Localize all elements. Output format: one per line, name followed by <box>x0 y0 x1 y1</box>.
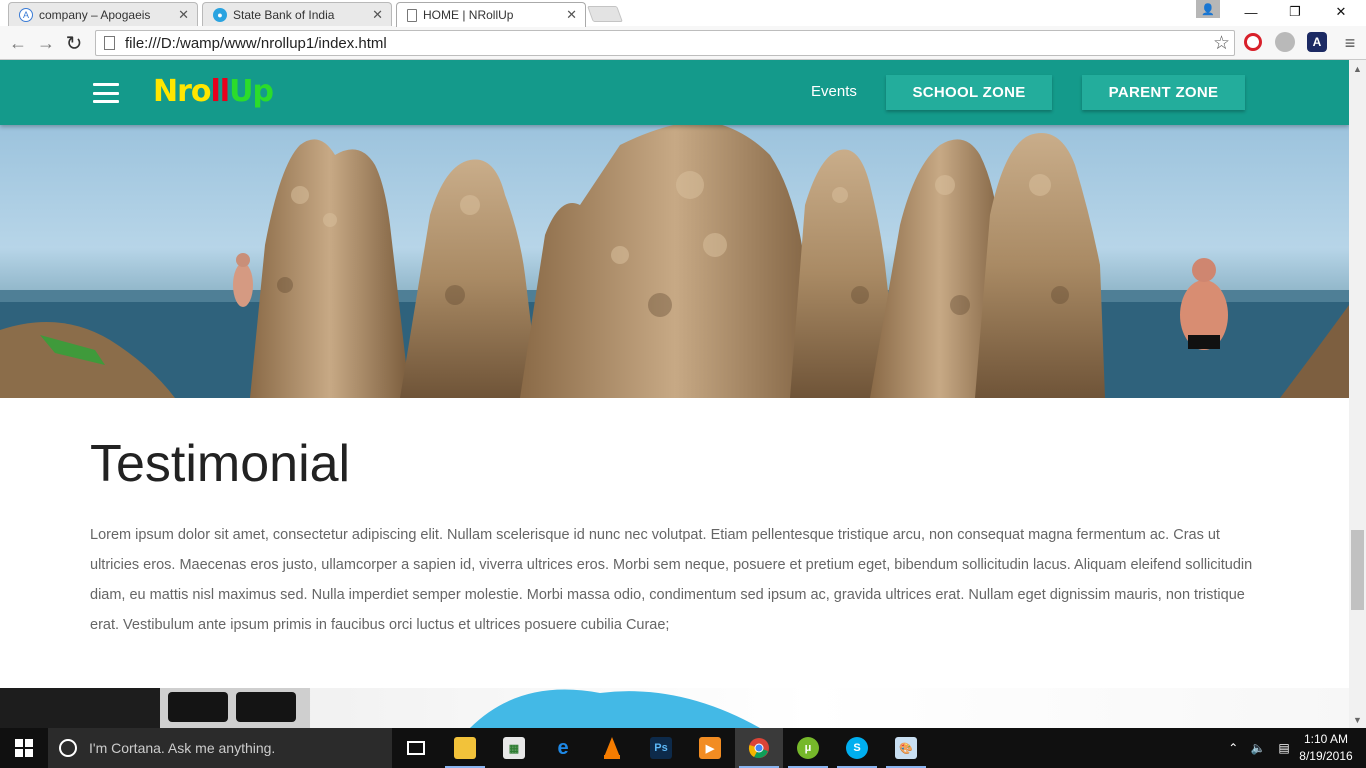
minimize-button[interactable]: — <box>1228 0 1274 24</box>
scroll-up-arrow-icon[interactable]: ▲ <box>1349 60 1366 77</box>
tab-close-icon[interactable]: ✕ <box>178 7 189 23</box>
clock-date: 8/19/2016 <box>1299 749 1353 763</box>
tab-title: State Bank of India <box>233 7 335 22</box>
keyboard-image <box>0 688 1349 728</box>
windows-logo-icon <box>15 739 33 757</box>
parent-zone-button[interactable]: PARENT ZONE <box>1082 75 1245 110</box>
adobe-icon[interactable]: A <box>1307 32 1327 52</box>
tab-home-nrollup[interactable]: HOME | NRollUp ✕ <box>396 2 586 27</box>
window-close-button[interactable]: ✕ <box>1318 0 1364 24</box>
tab-company-apogaeis[interactable]: A company – Apogaeis ✕ <box>8 2 198 26</box>
site-logo[interactable]: NrollUp <box>153 74 274 109</box>
browser-menu-icon[interactable]: ≡ <box>1338 31 1362 55</box>
hamburger-menu-icon[interactable] <box>93 83 119 103</box>
clock-time: 1:10 AM <box>1303 732 1349 746</box>
testimonial-heading: Testimonial <box>90 435 351 493</box>
page-icon <box>104 36 115 50</box>
page-icon <box>407 8 417 22</box>
hero-image <box>0 125 1349 398</box>
back-button[interactable]: ← <box>6 31 30 55</box>
apogaeis-icon: A <box>19 7 33 22</box>
tab-close-icon[interactable]: ✕ <box>566 7 577 23</box>
reload-button[interactable]: ↻ <box>62 31 86 55</box>
photoshop-icon[interactable]: Ps <box>637 728 685 768</box>
bookmark-star-icon[interactable]: ☆ <box>1213 32 1230 55</box>
tab-state-bank[interactable]: ● State Bank of India ✕ <box>202 2 392 26</box>
utorrent-icon[interactable]: μ <box>784 728 832 768</box>
vlc-icon[interactable] <box>588 728 636 768</box>
sandcastle-illustration <box>0 125 1349 398</box>
windows-taskbar: I'm Cortana. Ask me anything. ▦ e Ps ▶ μ… <box>0 728 1366 768</box>
browser-toolbar: ← → ↻ file:///D:/wamp/www/nrollup1/index… <box>0 26 1366 60</box>
school-zone-button[interactable]: SCHOOL ZONE <box>886 75 1052 110</box>
page-viewport: NrollUp Events SCHOOL ZONE PARENT ZONE T… <box>0 60 1349 728</box>
media-player-icon[interactable]: ▶ <box>686 728 734 768</box>
file-explorer-icon[interactable] <box>441 728 489 768</box>
cortana-icon <box>59 739 77 757</box>
scroll-thumb[interactable] <box>1351 530 1364 610</box>
testimonial-section: Testimonial Lorem ipsum dolor sit amet, … <box>90 438 1270 640</box>
page-scrollbar[interactable]: ▲ ▼ <box>1349 60 1366 728</box>
browser-tab-strip: A company – Apogaeis ✕ ● State Bank of I… <box>0 0 1366 27</box>
chevron-up-icon[interactable]: ⌃ <box>1228 741 1238 755</box>
globe-icon[interactable] <box>1275 32 1295 52</box>
address-bar[interactable]: file:///D:/wamp/www/nrollup1/index.html … <box>95 30 1235 56</box>
system-clock[interactable]: 1:10 AM 8/19/2016 <box>1296 731 1356 765</box>
logo-letter: ro <box>177 74 211 109</box>
nav-events-link[interactable]: Events <box>811 83 857 100</box>
testimonial-text: Lorem ipsum dolor sit amet, consectetur … <box>90 527 1253 633</box>
tab-close-icon[interactable]: ✕ <box>372 7 383 23</box>
windows-start-button[interactable] <box>0 728 48 768</box>
scroll-down-arrow-icon[interactable]: ▼ <box>1349 711 1366 728</box>
logo-letter: N <box>153 74 178 109</box>
opera-icon[interactable] <box>1244 33 1262 51</box>
profile-icon[interactable]: 👤 <box>1196 0 1220 18</box>
logo-letter: Up <box>229 74 274 109</box>
tab-title: company – Apogaeis <box>39 7 151 22</box>
url-text[interactable]: file:///D:/wamp/www/nrollup1/index.html <box>125 35 387 52</box>
tab-title: HOME | NRollUp <box>423 8 514 22</box>
volume-icon[interactable]: 🔈 <box>1251 741 1266 755</box>
notification-icon[interactable]: ▤ <box>1278 741 1289 755</box>
spreadsheet-icon[interactable]: ▦ <box>490 728 538 768</box>
paint-icon[interactable]: 🎨 <box>882 728 930 768</box>
skype-icon[interactable]: S <box>833 728 881 768</box>
system-tray: ⌃ 🔈 ▤ <box>1222 728 1296 768</box>
site-header: NrollUp Events SCHOOL ZONE PARENT ZONE <box>0 60 1349 125</box>
logo-letter: ll <box>210 74 231 109</box>
keyboard-illustration <box>0 688 760 728</box>
task-view-icon[interactable] <box>392 728 440 768</box>
cortana-placeholder: I'm Cortana. Ask me anything. <box>89 740 276 756</box>
chrome-icon[interactable] <box>735 728 783 768</box>
restore-button[interactable]: ❐ <box>1272 0 1318 24</box>
cortana-search-box[interactable]: I'm Cortana. Ask me anything. <box>48 728 392 768</box>
new-tab-button[interactable] <box>587 6 623 22</box>
sbi-icon: ● <box>213 7 227 22</box>
edge-icon[interactable]: e <box>539 728 587 768</box>
forward-button[interactable]: → <box>34 31 58 55</box>
